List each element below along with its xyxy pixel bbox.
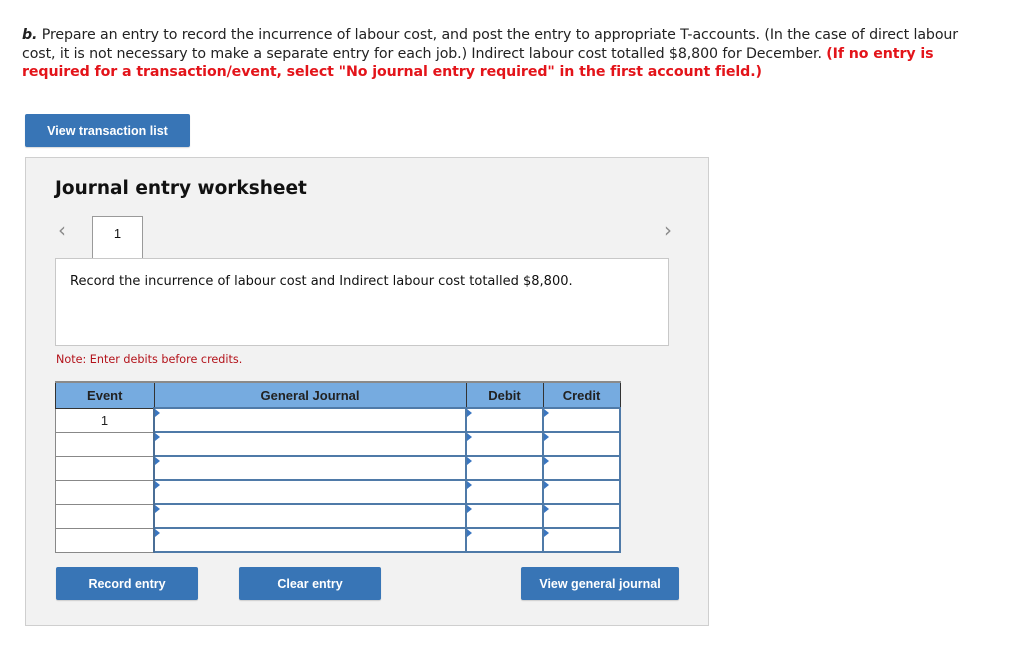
dropdown-indicator-icon xyxy=(467,409,472,417)
instructions: b. Prepare an entry to record the incurr… xyxy=(22,26,982,82)
event-cell xyxy=(55,527,155,553)
dropdown-indicator-icon xyxy=(544,457,549,465)
account-input[interactable] xyxy=(155,481,465,503)
account-cell xyxy=(153,407,467,433)
worksheet-title: Journal entry worksheet xyxy=(55,178,307,199)
dropdown-indicator-icon xyxy=(155,457,160,465)
account-cell xyxy=(153,479,467,505)
credit-cell xyxy=(542,503,621,529)
dropdown-indicator-icon xyxy=(467,433,472,441)
dropdown-indicator-icon xyxy=(155,409,160,417)
instructions-text: Prepare an entry to record the incurrenc… xyxy=(22,27,959,62)
debit-cell xyxy=(465,479,544,505)
debit-input[interactable] xyxy=(467,457,542,479)
clear-entry-button[interactable]: Clear entry xyxy=(239,567,381,600)
dropdown-indicator-icon xyxy=(544,409,549,417)
credit-input[interactable] xyxy=(544,433,619,455)
record-entry-button[interactable]: Record entry xyxy=(56,567,198,600)
account-input[interactable] xyxy=(155,505,465,527)
debit-cell xyxy=(465,527,544,553)
header-debit: Debit xyxy=(465,381,544,409)
credit-cell xyxy=(542,479,621,505)
dropdown-indicator-icon xyxy=(155,505,160,513)
table-row xyxy=(55,455,621,481)
credit-input[interactable] xyxy=(544,529,619,551)
header-general-journal: General Journal xyxy=(153,381,467,409)
table-row xyxy=(55,503,621,529)
transaction-description-box: Record the incurrence of labour cost and… xyxy=(55,258,669,346)
debit-input[interactable] xyxy=(467,529,542,551)
tab-transaction-1[interactable]: 1 xyxy=(92,216,143,258)
debit-input[interactable] xyxy=(467,481,542,503)
table-row: 1 xyxy=(55,407,621,433)
dropdown-indicator-icon xyxy=(467,529,472,537)
view-transaction-list-button[interactable]: View transaction list xyxy=(25,114,190,147)
account-cell xyxy=(153,431,467,457)
dropdown-indicator-icon xyxy=(155,481,160,489)
account-cell xyxy=(153,455,467,481)
table-header-row: Event General Journal Debit Credit xyxy=(55,381,621,409)
header-event: Event xyxy=(55,381,155,409)
part-label: b. xyxy=(22,27,38,43)
table-row xyxy=(55,479,621,505)
chevron-left-icon[interactable]: ‹ xyxy=(58,218,66,242)
account-cell xyxy=(153,503,467,529)
credit-cell xyxy=(542,455,621,481)
dropdown-indicator-icon xyxy=(544,505,549,513)
debit-input[interactable] xyxy=(467,505,542,527)
event-cell xyxy=(55,479,155,505)
view-general-journal-button[interactable]: View general journal xyxy=(521,567,679,600)
event-cell xyxy=(55,455,155,481)
note-text: Note: Enter debits before credits. xyxy=(56,353,243,366)
credit-cell xyxy=(542,407,621,433)
credit-cell xyxy=(542,527,621,553)
dropdown-indicator-icon xyxy=(544,433,549,441)
dropdown-indicator-icon xyxy=(467,481,472,489)
debit-cell xyxy=(465,503,544,529)
credit-cell xyxy=(542,431,621,457)
dropdown-indicator-icon xyxy=(467,505,472,513)
event-cell xyxy=(55,431,155,457)
table-row xyxy=(55,431,621,457)
debit-cell xyxy=(465,407,544,433)
dropdown-indicator-icon xyxy=(155,433,160,441)
account-input[interactable] xyxy=(155,529,465,551)
debit-cell xyxy=(465,455,544,481)
account-cell xyxy=(153,527,467,553)
account-input[interactable] xyxy=(155,457,465,479)
credit-input[interactable] xyxy=(544,409,619,431)
dropdown-indicator-icon xyxy=(544,529,549,537)
account-input[interactable] xyxy=(155,409,465,431)
credit-input[interactable] xyxy=(544,457,619,479)
account-input[interactable] xyxy=(155,433,465,455)
credit-input[interactable] xyxy=(544,505,619,527)
event-cell: 1 xyxy=(55,407,155,433)
header-credit: Credit xyxy=(542,381,621,409)
event-cell xyxy=(55,503,155,529)
debit-input[interactable] xyxy=(467,409,542,431)
debit-cell xyxy=(465,431,544,457)
dropdown-indicator-icon xyxy=(467,457,472,465)
journal-table: Event General Journal Debit Credit 1 xyxy=(55,381,621,553)
table-row xyxy=(55,527,621,553)
chevron-right-icon[interactable]: › xyxy=(664,218,672,242)
dropdown-indicator-icon xyxy=(544,481,549,489)
credit-input[interactable] xyxy=(544,481,619,503)
transaction-description: Record the incurrence of labour cost and… xyxy=(70,274,573,289)
dropdown-indicator-icon xyxy=(155,529,160,537)
debit-input[interactable] xyxy=(467,433,542,455)
journal-entry-worksheet: Journal entry worksheet ‹ › 1 Record the… xyxy=(25,157,709,626)
